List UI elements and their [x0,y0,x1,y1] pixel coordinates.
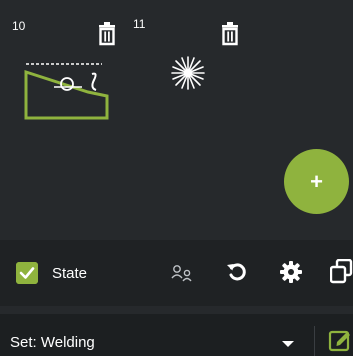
gear-icon[interactable] [280,261,302,283]
welding-part-thumbnail[interactable] [24,62,112,124]
set-select-label[interactable]: Set: Welding [10,334,95,351]
item-number-10: 10 [12,19,26,33]
divider [0,306,353,314]
copy-icon[interactable] [330,259,353,285]
people-swap-icon[interactable] [171,264,193,282]
separator [314,326,315,356]
state-checkbox[interactable] [16,262,38,284]
edit-icon[interactable] [328,327,353,352]
spark-thumbnail[interactable] [170,55,206,91]
item-number-11: 11 [133,17,146,31]
add-button[interactable]: + [284,149,349,214]
trash-icon[interactable] [219,22,241,46]
chevron-down-icon[interactable] [282,341,294,347]
undo-icon[interactable] [226,260,248,282]
state-label: State [52,265,88,282]
trash-icon[interactable] [96,22,118,46]
